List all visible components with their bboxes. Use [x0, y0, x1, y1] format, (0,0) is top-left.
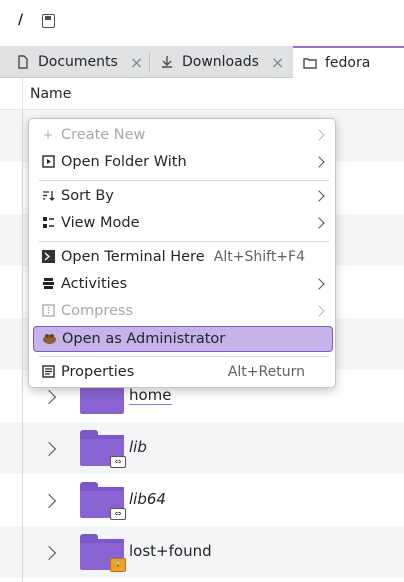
tab-downloads[interactable]: Downloads ×: [158, 46, 284, 78]
drive-icon[interactable]: [42, 14, 55, 28]
chevron-right-icon[interactable]: [41, 389, 57, 405]
menu-item-shortcut: Alt+Return: [227, 364, 305, 380]
menu-item-label: View Mode: [61, 215, 140, 231]
admin-icon: [42, 332, 56, 346]
menu-item-label: Create New: [61, 127, 146, 143]
menu-item-compress: Compress: [33, 299, 333, 325]
menu-item-label: Activities: [61, 276, 128, 292]
tree-guide-line: [22, 110, 23, 582]
name-column-header[interactable]: Name: [30, 86, 71, 102]
header-gutter: [22, 78, 23, 110]
chevron-right-icon: [313, 305, 325, 317]
table-row[interactable]: ⇔ lib64: [0, 474, 404, 526]
file-name: home: [129, 386, 172, 405]
close-icon[interactable]: ×: [271, 53, 284, 72]
tab-label: fedora: [325, 55, 371, 71]
menu-item-sort-by[interactable]: Sort By: [33, 184, 333, 210]
table-row[interactable]: ⇔ lib: [0, 422, 404, 474]
menu-item-label: Sort By: [61, 188, 114, 204]
file-name: lost+found: [129, 542, 212, 560]
tab-divider: [149, 52, 150, 72]
menu-item-open-terminal-here[interactable]: Open Terminal Here Alt+Shift+F4: [33, 245, 333, 271]
tab-fedora[interactable]: fedora: [293, 46, 404, 78]
menu-item-label: Open Folder With: [61, 154, 187, 170]
tab-documents[interactable]: Documents ×: [14, 46, 143, 78]
chevron-right-icon: [313, 156, 325, 168]
chevron-right-icon: [313, 278, 325, 290]
location-bar: /: [0, 0, 404, 46]
file-name: lib64: [129, 490, 166, 508]
menu-separator: [39, 180, 329, 181]
chevron-right-icon: [313, 190, 325, 202]
tab-label: Documents: [38, 54, 118, 70]
symlink-emblem-icon: ⇔: [110, 456, 126, 468]
document-icon: [14, 53, 32, 71]
path-root-segment[interactable]: /: [18, 12, 23, 28]
properties-icon: [41, 365, 55, 379]
column-header: Name: [0, 78, 404, 110]
menu-item-label: Open as Administrator: [62, 331, 226, 347]
menu-item-open-folder-with[interactable]: Open Folder With: [33, 150, 333, 176]
lock-emblem-icon: 🔒: [110, 558, 126, 572]
chevron-right-icon[interactable]: [41, 545, 57, 561]
folder-icon: ⇔: [80, 482, 126, 520]
view-mode-icon: [41, 216, 55, 230]
close-icon[interactable]: ×: [130, 53, 143, 72]
tab-label: Downloads: [182, 54, 259, 70]
menu-item-activities[interactable]: Activities: [33, 272, 333, 298]
menu-separator: [39, 241, 329, 242]
sort-icon: [41, 189, 55, 203]
chevron-right-icon[interactable]: [41, 441, 57, 457]
chevron-right-icon: [313, 129, 325, 141]
context-menu: + Create New Open Folder With Sort By Vi…: [28, 118, 336, 388]
tab-bar: Documents × Downloads × fedora: [0, 46, 404, 78]
menu-item-open-as-administrator[interactable]: Open as Administrator: [33, 326, 333, 352]
folder-icon: ⇔: [80, 430, 126, 468]
menu-item-label: Properties: [61, 364, 135, 380]
folder-icon: 🔒: [80, 534, 126, 572]
menu-item-create-new: + Create New: [33, 123, 333, 149]
table-row[interactable]: 🔒 lost+found: [0, 526, 404, 578]
symlink-emblem-icon: ⇔: [110, 508, 126, 520]
file-name: lib: [129, 438, 147, 456]
download-icon: [158, 53, 176, 71]
plus-icon: +: [42, 128, 54, 142]
menu-item-label: Compress: [61, 303, 133, 319]
menu-item-view-mode[interactable]: View Mode: [33, 211, 333, 237]
open-with-icon: [41, 155, 55, 169]
menu-item-shortcut: Alt+Shift+F4: [213, 249, 305, 265]
compress-icon: [41, 304, 55, 318]
menu-item-properties[interactable]: Properties Alt+Return: [33, 360, 333, 386]
folder-icon: [301, 54, 319, 72]
menu-separator: [39, 356, 329, 357]
terminal-icon: [41, 250, 55, 264]
activities-icon: [41, 277, 55, 291]
chevron-right-icon: [313, 217, 325, 229]
chevron-right-icon[interactable]: [41, 493, 57, 509]
menu-item-label: Open Terminal Here: [61, 249, 205, 265]
